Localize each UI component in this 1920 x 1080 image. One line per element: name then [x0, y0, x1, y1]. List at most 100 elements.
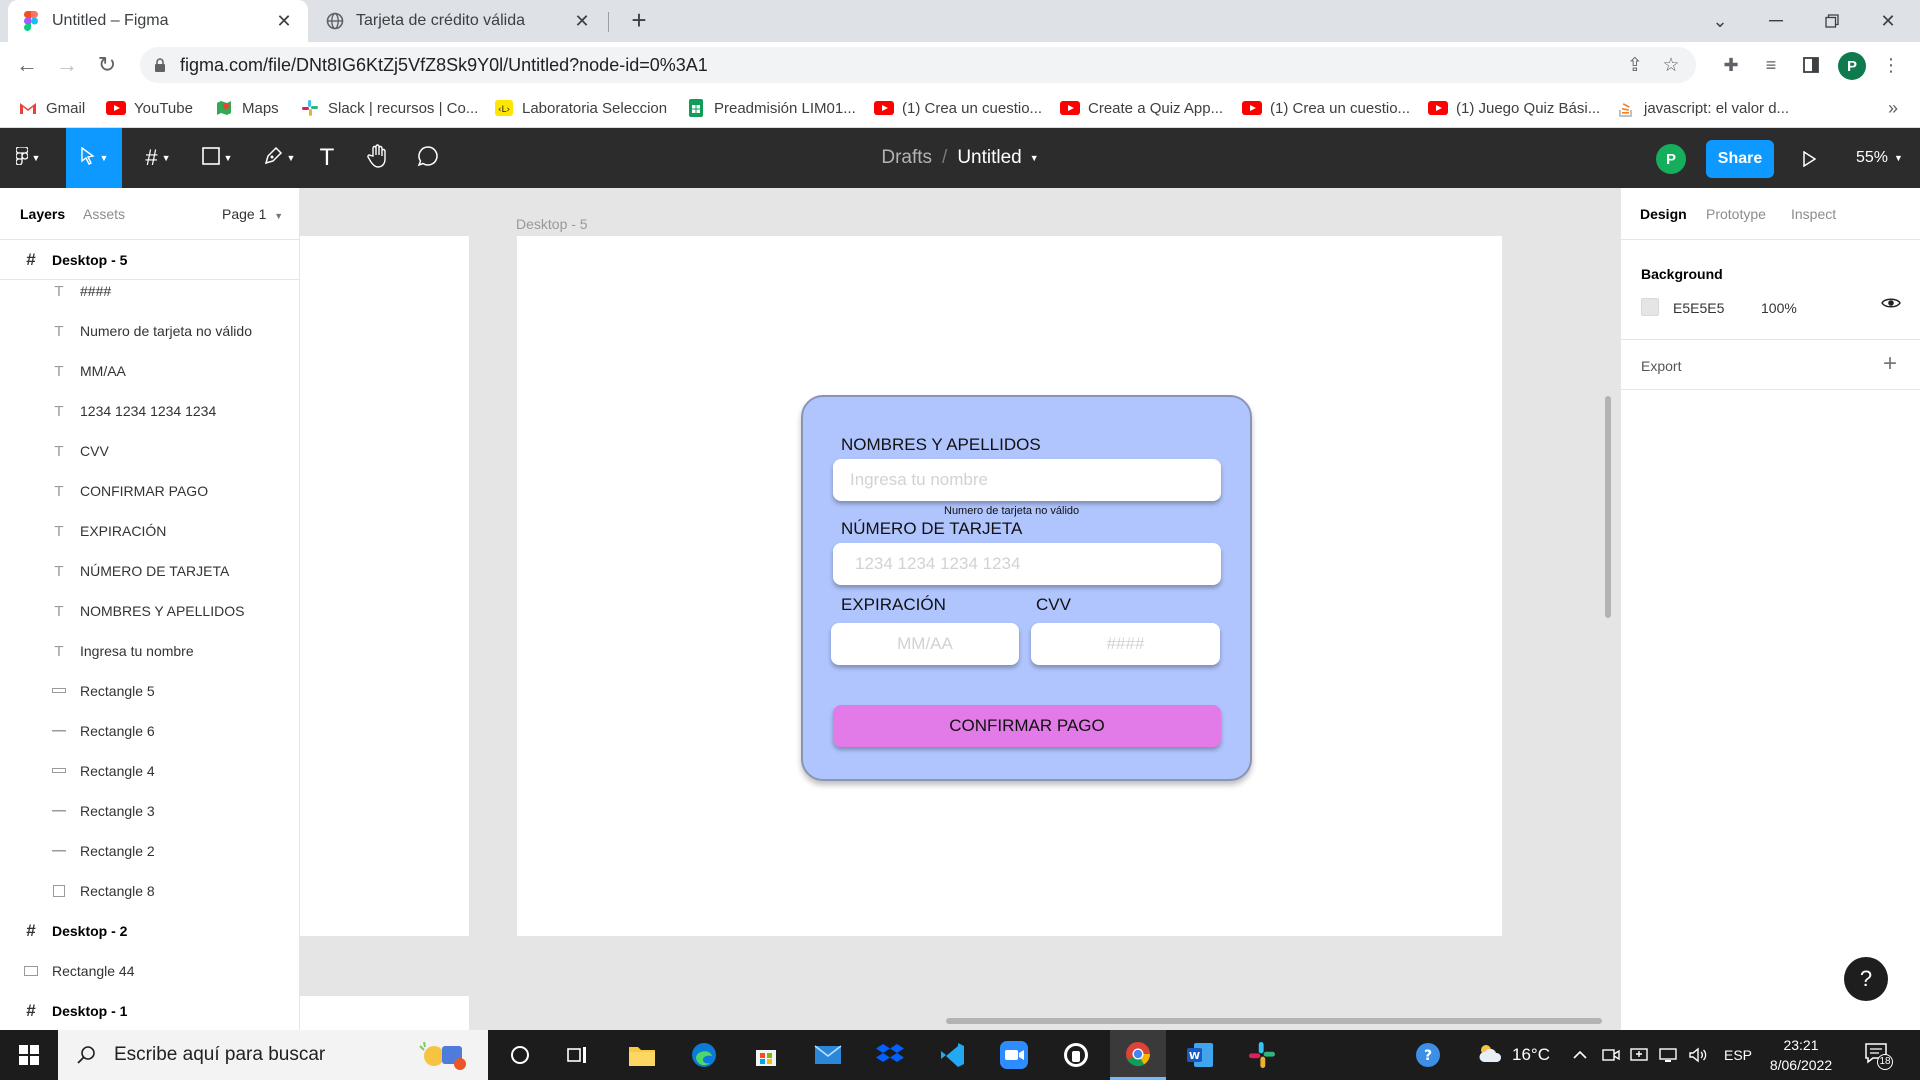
show-hidden-icons-chevron[interactable] [1572, 1030, 1588, 1080]
tab-tarjeta[interactable]: Tarjeta de crédito válida ✕ [312, 0, 606, 42]
eye-visibility-icon[interactable] [1881, 296, 1901, 315]
chevron-down-icon[interactable]: ▼ [1030, 153, 1039, 163]
tab-assets[interactable]: Assets [83, 206, 125, 222]
layer-rectangle-8[interactable]: Rectangle 8 [0, 871, 299, 911]
layer-text-card-number[interactable]: T 1234 1234 1234 1234 [0, 391, 299, 431]
bookmark-youtube-3[interactable]: (1) Crea un cuestio... [1242, 88, 1410, 128]
expiration-input[interactable]: MM/AA [831, 623, 1019, 665]
present-play-icon[interactable] [1794, 144, 1824, 174]
bookmark-preadmision[interactable]: Preadmisión LIM01... [686, 88, 856, 128]
layer-text-placeholder[interactable]: T Ingresa tu nombre [0, 631, 299, 671]
share-button[interactable]: Share [1706, 140, 1774, 178]
windows-start-icon[interactable] [0, 1030, 58, 1080]
user-avatar[interactable]: P [1656, 144, 1686, 174]
meet-now-icon[interactable] [1602, 1030, 1620, 1080]
layer-text-error[interactable]: T Numero de tarjeta no válido [0, 311, 299, 351]
tab-prototype[interactable]: Prototype [1706, 206, 1766, 222]
bookmark-youtube-1[interactable]: (1) Crea un cuestio... [874, 88, 1042, 128]
media-queue-icon[interactable]: ≡ [1756, 50, 1786, 80]
microsoft-store-icon[interactable] [738, 1030, 794, 1080]
frame-desktop-left-lower[interactable] [300, 996, 469, 1030]
tab-figma[interactable]: Untitled – Figma ✕ [8, 0, 308, 42]
layer-rectangle-2[interactable]: Rectangle 2 [0, 831, 299, 871]
reload-icon[interactable]: ↻ [92, 50, 122, 80]
tab-layers[interactable]: Layers [20, 206, 65, 222]
bookmark-stackoverflow[interactable]: javascript: el valor d... [1616, 88, 1789, 128]
layer-text-cvv[interactable]: T CVV [0, 431, 299, 471]
vscode-icon[interactable] [924, 1030, 980, 1080]
layer-text-confirm[interactable]: T CONFIRMAR PAGO [0, 471, 299, 511]
layer-text-expiration[interactable]: T EXPIRACIÓN [0, 511, 299, 551]
edge-browser-icon[interactable] [676, 1030, 732, 1080]
bookmark-youtube[interactable]: YouTube [106, 88, 193, 128]
tab-design[interactable]: Design [1640, 206, 1687, 222]
taskbar-search-box[interactable]: Escribe aquí para buscar [58, 1030, 488, 1080]
weather-widget[interactable]: 16°C [1476, 1030, 1550, 1080]
layer-text-mmaa[interactable]: T MM/AA [0, 351, 299, 391]
layer-desktop-1[interactable]: # Desktop - 1 [0, 991, 299, 1030]
more-bookmarks-icon[interactable]: » [1888, 88, 1898, 128]
restore-icon[interactable] [1804, 0, 1860, 42]
network-icon[interactable] [1658, 1030, 1678, 1080]
payment-card-form[interactable]: NOMBRES Y APELLIDOS Ingresa tu nombre Nu… [801, 395, 1252, 781]
extensions-puzzle-icon[interactable]: ✚ [1716, 50, 1746, 80]
background-hex[interactable]: E5E5E5 [1673, 300, 1724, 316]
layer-rectangle-4[interactable]: Rectangle 4 [0, 751, 299, 791]
browser-menu-icon[interactable]: ⋮ [1876, 50, 1906, 80]
layer-text-hash[interactable]: T #### [0, 271, 299, 311]
bookmark-star-icon[interactable]: ☆ [1654, 47, 1688, 83]
frame-desktop-5[interactable]: NOMBRES Y APELLIDOS Ingresa tu nombre Nu… [517, 236, 1502, 936]
volume-icon[interactable] [1688, 1030, 1708, 1080]
browser-profile-avatar[interactable]: P [1838, 52, 1866, 80]
new-tab-button[interactable]: + [624, 6, 654, 36]
address-bar[interactable]: figma.com/file/DNt8IG6KtZj5VfZ8Sk9Y0l/Un… [140, 47, 1696, 83]
frame-label[interactable]: Desktop - 5 [516, 216, 588, 232]
name-input[interactable]: Ingresa tu nombre [833, 459, 1221, 501]
taskbar-clock[interactable]: 23:21 8/06/2022 [1760, 1035, 1842, 1075]
card-number-input[interactable]: 1234 1234 1234 1234 [833, 543, 1221, 585]
notification-center-icon[interactable]: 18 [1864, 1030, 1894, 1080]
bookmark-slack[interactable]: Slack | recursos | Co... [300, 88, 478, 128]
tab-search-chevron-icon[interactable]: ⌄ [1692, 0, 1748, 42]
bookmark-youtube-4[interactable]: (1) Juego Quiz Bási... [1428, 88, 1600, 128]
page-selector[interactable]: Page 1 ▼ [222, 206, 283, 222]
minimize-icon[interactable] [1748, 0, 1804, 42]
drafts-link[interactable]: Drafts [881, 147, 932, 169]
bookmark-gmail[interactable]: Gmail [18, 88, 85, 128]
add-export-plus-icon[interactable]: + [1883, 350, 1897, 378]
close-tab-icon[interactable]: ✕ [274, 11, 294, 32]
onedrive-sync-icon[interactable] [1630, 1030, 1650, 1080]
mail-icon[interactable] [800, 1030, 856, 1080]
cvv-input[interactable]: #### [1031, 623, 1220, 665]
forward-arrow-icon[interactable]: → [52, 50, 82, 80]
slack-app-icon[interactable] [1234, 1030, 1290, 1080]
side-panel-icon[interactable] [1796, 50, 1826, 80]
help-question-button[interactable]: ? [1844, 957, 1888, 1001]
file-name[interactable]: Untitled [957, 147, 1021, 169]
chrome-icon[interactable] [1110, 1030, 1166, 1080]
back-arrow-icon[interactable]: ← [12, 50, 42, 80]
tab-inspect[interactable]: Inspect [1791, 206, 1836, 222]
layer-text-card-label[interactable]: T NÚMERO DE TARJETA [0, 551, 299, 591]
frame-desktop-left[interactable] [300, 236, 469, 936]
bookmark-laboratoria[interactable]: ‹L› Laboratoria Seleccion [494, 88, 667, 128]
close-window-icon[interactable]: ✕ [1860, 0, 1916, 42]
layer-text-names[interactable]: T NOMBRES Y APELLIDOS [0, 591, 299, 631]
input-language[interactable]: ESP [1724, 1030, 1752, 1080]
layer-rectangle-6[interactable]: Rectangle 6 [0, 711, 299, 751]
layer-rectangle-44[interactable]: Rectangle 44 [0, 951, 299, 991]
background-opacity[interactable]: 100% [1761, 300, 1797, 316]
help-tray-icon[interactable]: ? [1414, 1030, 1442, 1080]
confirm-payment-button[interactable]: CONFIRMAR PAGO [833, 705, 1221, 747]
layer-desktop-2[interactable]: # Desktop - 2 [0, 911, 299, 951]
layer-rectangle-5[interactable]: Rectangle 5 [0, 671, 299, 711]
design-canvas[interactable]: Desktop - 5 NOMBRES Y APELLIDOS Ingresa … [300, 188, 1620, 1030]
horizontal-scrollbar[interactable] [946, 1018, 1602, 1024]
bookmark-youtube-2[interactable]: Create a Quiz App... [1060, 88, 1223, 128]
share-page-icon[interactable]: ⇪ [1618, 47, 1652, 83]
word-icon[interactable]: W [1172, 1030, 1228, 1080]
background-color-swatch[interactable] [1641, 298, 1659, 316]
vertical-scrollbar[interactable] [1605, 396, 1611, 618]
file-explorer-icon[interactable] [614, 1030, 670, 1080]
github-desktop-icon[interactable] [1048, 1030, 1104, 1080]
